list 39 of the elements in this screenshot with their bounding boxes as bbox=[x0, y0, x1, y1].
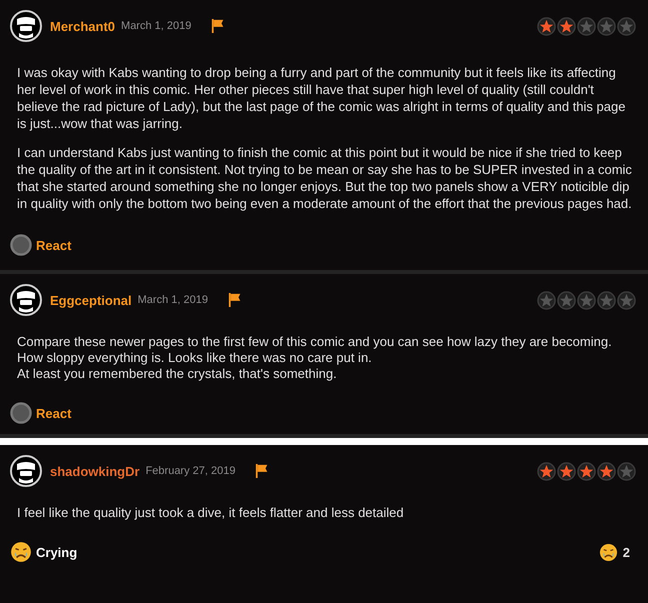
comment-date: March 1, 2019 bbox=[138, 294, 208, 306]
flag-icon[interactable] bbox=[228, 292, 242, 308]
star-icon[interactable] bbox=[597, 462, 616, 480]
star-icon[interactable] bbox=[617, 16, 636, 36]
comment-text: I can understand Kabs just wanting to finish the comic at this point but it would be nice if she tried to keep the quality of the art in it consistent. Not trying to be mean or say she has to be SUPER invested in a comic that she started around something she no longer enjoys. But the top two panels show a VERY noticible dip in quality with only the bottom two being even a moderate amount of the effort that the previous pages had. bbox=[17, 144, 633, 212]
star-icon[interactable] bbox=[617, 290, 636, 310]
flag-icon[interactable] bbox=[255, 463, 270, 479]
crying-face-icon bbox=[10, 541, 32, 563]
react-button[interactable]: React bbox=[10, 234, 72, 256]
star-icon[interactable] bbox=[537, 290, 556, 310]
star-icon[interactable] bbox=[597, 290, 616, 310]
star-icon[interactable] bbox=[557, 290, 576, 310]
comment-text: I was okay with Kabs wanting to drop being a furry and part of the community but it feels like its affecting her level of work in this comic. Her other pieces still have that super high level of quality (still couldn't believe the rad picture of Lady), but the last page of the comic was alright in terms of quality and this page is just...wow that was jarring. bbox=[17, 64, 626, 132]
comment-date: March 1, 2019 bbox=[121, 20, 192, 32]
flag-icon[interactable] bbox=[211, 18, 226, 34]
username[interactable]: shadowkingDr bbox=[50, 464, 140, 478]
comment-date: February 27, 2019 bbox=[146, 465, 236, 477]
reaction-icon bbox=[10, 234, 32, 256]
reaction-icon bbox=[10, 402, 32, 424]
react-button[interactable]: React bbox=[10, 402, 72, 424]
react-button[interactable]: Crying bbox=[10, 541, 78, 563]
avatar bbox=[10, 10, 42, 42]
star-icon[interactable] bbox=[597, 16, 616, 36]
star-icon[interactable] bbox=[577, 16, 596, 36]
avatar bbox=[10, 284, 42, 316]
username[interactable]: Merchant0 bbox=[50, 18, 116, 34]
comment-text: I feel like the quality just took a dive, it feels flatter and less detailed bbox=[17, 505, 405, 521]
username[interactable]: Eggceptional bbox=[50, 292, 132, 308]
comment-text: Compare these newer pages to the first few of this comic and you can see how lazy they are becoming. How sloppy everything is. Looks like there was no care put in. At least you remembered the crystals, that's something. bbox=[17, 334, 613, 382]
star-icon[interactable] bbox=[577, 290, 596, 310]
avatar bbox=[10, 455, 42, 487]
crying-face-icon bbox=[598, 542, 618, 562]
star-icon[interactable] bbox=[537, 462, 556, 480]
star-icon[interactable] bbox=[577, 462, 596, 480]
star-icon[interactable] bbox=[557, 16, 576, 36]
star-icon[interactable] bbox=[617, 462, 636, 480]
star-icon[interactable] bbox=[537, 16, 556, 36]
star-icon[interactable] bbox=[557, 462, 576, 480]
reaction-count: 2 bbox=[622, 544, 630, 560]
